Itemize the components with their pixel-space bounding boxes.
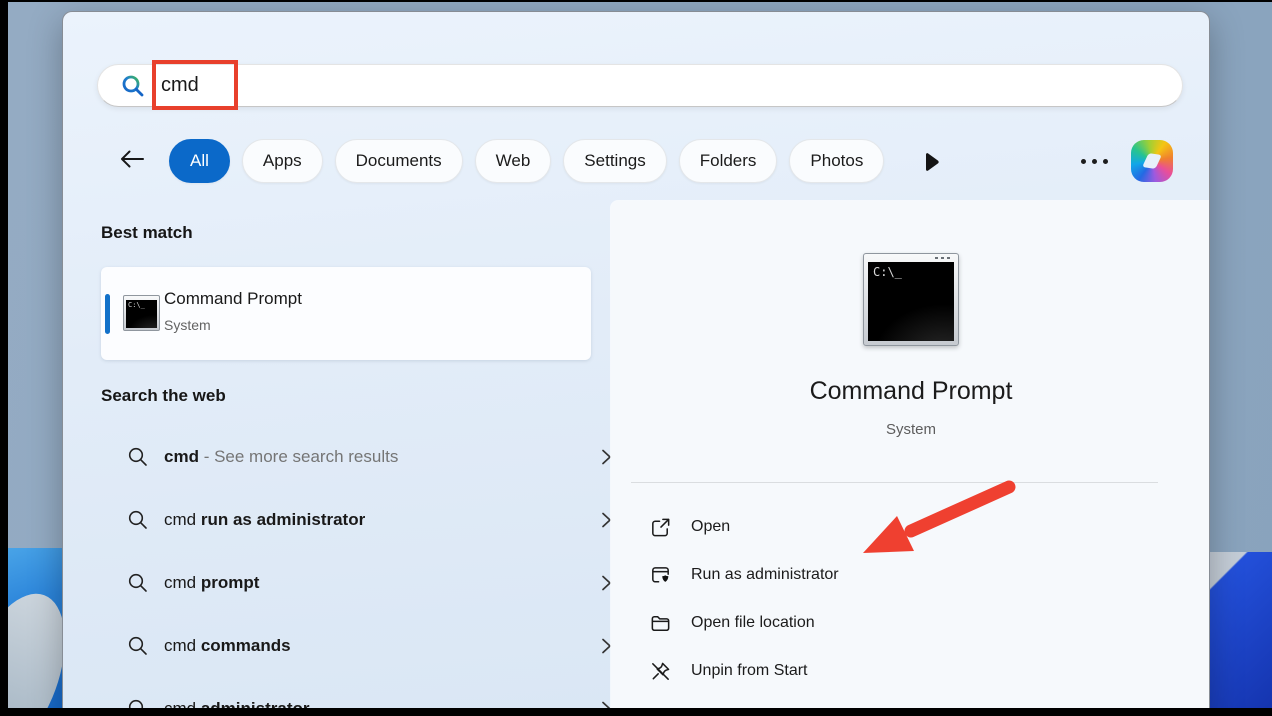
- tab-settings[interactable]: Settings: [563, 139, 666, 183]
- tab-all[interactable]: All: [169, 139, 230, 183]
- tab-documents[interactable]: Documents: [335, 139, 463, 183]
- folder-icon: [649, 612, 672, 635]
- screenshot-frame-top: [0, 0, 1272, 2]
- screenshot-frame-left: [0, 0, 8, 716]
- play-arrow-icon: [919, 161, 943, 178]
- panel-divider: [631, 482, 1158, 483]
- search-input[interactable]: cmd: [97, 64, 1183, 107]
- search-glyph-icon: [127, 446, 149, 468]
- search-filter-bar: All Apps Documents Web Settings Folders …: [63, 138, 1209, 184]
- wallpaper-bloom-left: [0, 548, 64, 716]
- search-icon: [120, 73, 146, 99]
- screenshot-frame-bottom: [0, 708, 1272, 716]
- selection-accent-bar: [105, 294, 110, 334]
- best-match-heading: Best match: [101, 223, 193, 243]
- tab-apps[interactable]: Apps: [242, 139, 323, 183]
- ellipsis-icon: [1103, 159, 1108, 164]
- filter-tabs: All Apps Documents Web Settings Folders …: [169, 139, 884, 183]
- command-prompt-icon: C:\_: [123, 295, 160, 331]
- web-suggestion-row[interactable]: cmd run as administrator: [101, 496, 631, 544]
- command-prompt-icon-large: C:\_: [863, 253, 959, 346]
- preview-subtitle: System: [611, 421, 1210, 438]
- action-run-as-administrator[interactable]: Run as administrator: [635, 551, 1191, 599]
- ellipsis-icon: [1092, 159, 1097, 164]
- best-match-title: Command Prompt: [164, 289, 302, 309]
- copilot-icon[interactable]: [1131, 140, 1173, 182]
- search-glyph-icon: [127, 509, 149, 531]
- best-match-subtitle: System: [164, 317, 211, 333]
- back-button[interactable]: [115, 145, 149, 177]
- back-arrow-icon: [117, 146, 147, 177]
- search-query-text[interactable]: cmd: [161, 74, 199, 97]
- preview-panel: C:\_ Command Prompt System Open: [611, 201, 1210, 716]
- more-filters-button[interactable]: [919, 150, 943, 174]
- ellipsis-icon: [1081, 159, 1086, 164]
- action-label: Open file location: [691, 614, 815, 632]
- web-suggestion-row[interactable]: cmd prompt: [101, 559, 631, 607]
- action-label: Open: [691, 518, 730, 536]
- best-match-result[interactable]: C:\_ Command Prompt System: [101, 267, 591, 360]
- options-button[interactable]: [1081, 138, 1108, 184]
- admin-shield-icon: [649, 564, 672, 587]
- tab-photos[interactable]: Photos: [789, 139, 884, 183]
- action-label: Run as administrator: [691, 566, 839, 584]
- tab-web[interactable]: Web: [475, 139, 552, 183]
- window-controls-icon: [935, 257, 951, 259]
- preview-title: Command Prompt: [611, 377, 1210, 406]
- windows-search-flyout: cmd All Apps Documents Web Settings Fold…: [62, 11, 1210, 716]
- web-suggestion-row[interactable]: cmd - See more search results: [101, 433, 631, 481]
- search-the-web-heading: Search the web: [101, 386, 226, 406]
- wallpaper-bloom-right: [1210, 552, 1272, 716]
- action-open[interactable]: Open: [635, 503, 1191, 551]
- web-suggestion-row[interactable]: cmd commands: [101, 622, 631, 670]
- action-open-file-location[interactable]: Open file location: [635, 599, 1191, 647]
- unpin-icon: [649, 660, 672, 683]
- action-label: Unpin from Start: [691, 662, 807, 680]
- tab-folders[interactable]: Folders: [679, 139, 778, 183]
- open-external-icon: [649, 516, 672, 539]
- search-glyph-icon: [127, 572, 149, 594]
- action-list: Open Run as administrator: [635, 503, 1191, 716]
- search-glyph-icon: [127, 635, 149, 657]
- action-unpin-from-start[interactable]: Unpin from Start: [635, 647, 1191, 695]
